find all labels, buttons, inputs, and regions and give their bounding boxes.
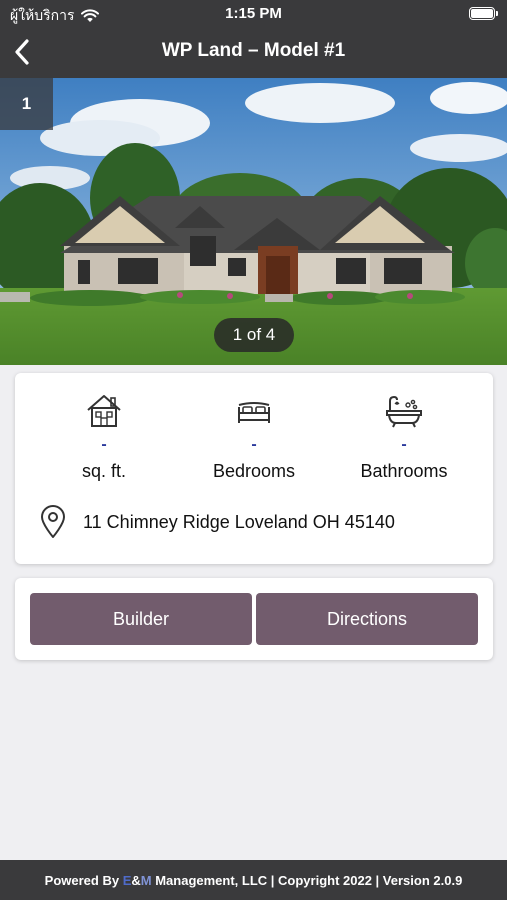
bed-icon xyxy=(238,402,270,423)
bedrooms-value: - xyxy=(251,436,257,453)
address-text: 11 Chimney Ridge Loveland OH 45140 xyxy=(83,511,395,532)
footer-brand-amp: & xyxy=(131,872,141,888)
stat-bathrooms: - Bathrooms xyxy=(329,393,479,482)
app-header: ผู้ให้บริการ 1:15 PM WP Land – Model #1 xyxy=(0,0,507,78)
stat-square-feet: - sq. ft. xyxy=(29,393,179,482)
stat-bedrooms: - Bedrooms xyxy=(179,393,329,482)
photo-pager: 1 of 4 xyxy=(214,318,294,352)
bathtub-icon xyxy=(386,395,422,428)
footer-prefix: Powered By xyxy=(44,872,123,888)
status-time: 1:15 PM xyxy=(225,5,282,22)
bathrooms-label: Bathrooms xyxy=(360,461,448,481)
photo-gallery[interactable]: 1 1 of 4 xyxy=(0,78,507,365)
directions-button[interactable]: Directions xyxy=(256,593,478,645)
battery-icon xyxy=(469,7,498,20)
property-info-card: - sq. ft. - Bedrooms - Bathrooms 11 Chim… xyxy=(15,373,493,564)
page-title: WP Land – Model #1 xyxy=(161,40,346,61)
footer-suffix: Management, LLC | Copyright 2022 | Versi… xyxy=(151,872,463,888)
footer-brand-m: M xyxy=(140,872,152,888)
builder-button[interactable]: Builder xyxy=(30,593,252,645)
photo-index-badge: 1 xyxy=(0,78,53,130)
actions-card: Builder Directions xyxy=(15,578,493,660)
footer: Powered By E & M Management, LLC | Copyr… xyxy=(0,860,507,900)
square-feet-value: - xyxy=(101,436,107,453)
house-icon xyxy=(87,395,121,427)
bathrooms-value: - xyxy=(401,436,407,453)
location-pin-icon xyxy=(41,505,65,538)
bedrooms-label: Bedrooms xyxy=(212,461,296,481)
footer-brand-e: E xyxy=(122,872,132,888)
address-row[interactable]: 11 Chimney Ridge Loveland OH 45140 xyxy=(39,505,395,539)
status-bar: ผู้ให้บริการ 1:15 PM xyxy=(0,0,507,28)
square-feet-label: sq. ft. xyxy=(81,461,126,481)
